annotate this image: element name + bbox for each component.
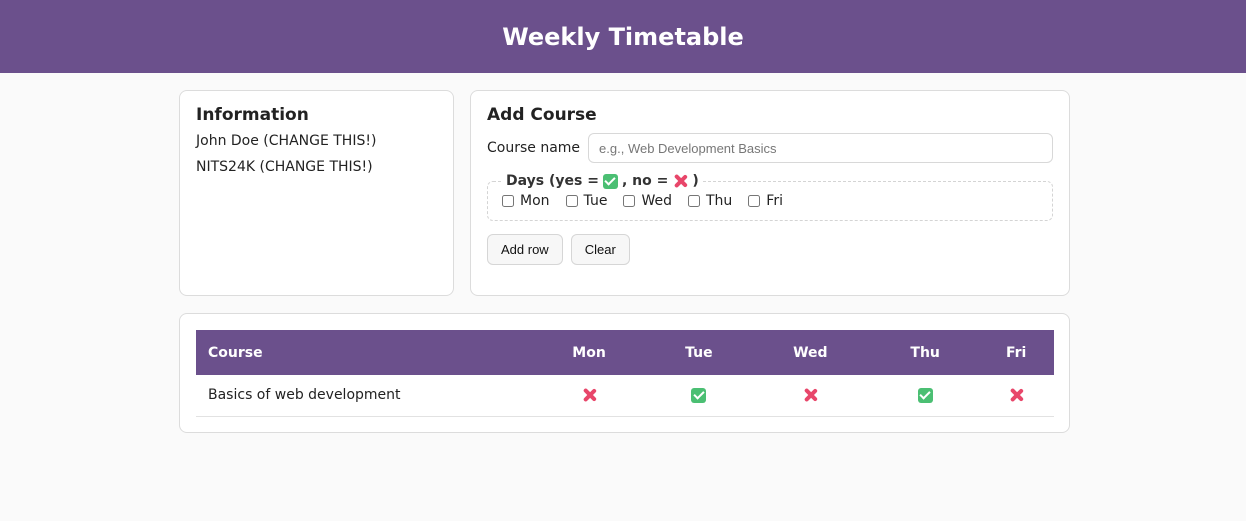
- day-checkbox-tue[interactable]: [565, 195, 578, 207]
- day-option-mon[interactable]: Mon: [502, 193, 550, 209]
- day-checkbox-mon[interactable]: [502, 195, 514, 207]
- add-course-heading: Add Course: [487, 105, 597, 125]
- information-heading: Information: [196, 105, 309, 125]
- information-card: Information John Doe (CHANGE THIS!) NITS…: [179, 90, 454, 296]
- day-cell: [649, 375, 749, 417]
- add-course-card: Add Course Course name Days (yes = , no …: [470, 90, 1070, 296]
- top-row: Information John Doe (CHANGE THIS!) NITS…: [179, 90, 1070, 296]
- table-row: Basics of web development: [196, 375, 1054, 417]
- course-name-label: Course name: [487, 140, 581, 156]
- form-buttons: Add row Clear: [487, 234, 1053, 265]
- days-legend-suffix: ): [692, 173, 699, 189]
- day-label-fri: Fri: [766, 193, 783, 209]
- student-id: NITS24K (CHANGE THIS!): [196, 159, 373, 175]
- day-label-wed: Wed: [641, 193, 672, 209]
- day-option-tue[interactable]: Tue: [565, 193, 608, 209]
- days-checkboxes: Mon Tue Wed Thu Fri: [502, 193, 1038, 209]
- day-label-mon: Mon: [520, 193, 550, 209]
- cross-mark-icon: [802, 387, 818, 403]
- header-tue: Tue: [685, 344, 713, 361]
- add-row-button[interactable]: Add row: [487, 234, 563, 265]
- header-course: Course: [208, 344, 263, 361]
- cross-mark-icon: [672, 173, 688, 189]
- student-name: John Doe (CHANGE THIS!): [196, 133, 377, 149]
- cross-mark-icon: [581, 387, 597, 403]
- days-legend: Days (yes = , no = ): [502, 173, 703, 189]
- course-name-input[interactable]: [588, 133, 1053, 163]
- timetable-card: Course Mon Tue Wed Thu Fri Basics of web…: [179, 313, 1070, 433]
- day-label-tue: Tue: [583, 193, 608, 209]
- page-title: Weekly Timetable: [502, 22, 744, 51]
- days-legend-mid: , no =: [621, 173, 669, 189]
- header-wed: Wed: [793, 344, 828, 361]
- day-option-thu[interactable]: Thu: [687, 193, 733, 209]
- day-label-thu: Thu: [705, 193, 733, 209]
- day-checkbox-wed[interactable]: [623, 195, 636, 207]
- timetable: Course Mon Tue Wed Thu Fri Basics of web…: [196, 330, 1054, 417]
- day-option-wed[interactable]: Wed: [623, 193, 672, 209]
- header-thu: Thu: [910, 344, 940, 361]
- page-header: Weekly Timetable: [0, 0, 1246, 73]
- day-checkbox-fri[interactable]: [748, 195, 761, 207]
- check-box-icon: [691, 387, 707, 403]
- header-fri: Fri: [1005, 344, 1027, 361]
- day-cell: [978, 375, 1054, 417]
- day-checkbox-thu[interactable]: [687, 195, 700, 207]
- days-fieldset: Days (yes = , no = ) Mon Tue Wed Thu Fri: [487, 173, 1053, 221]
- course-name-row: Course name: [487, 133, 1053, 163]
- day-cell: [871, 375, 979, 417]
- cross-mark-icon: [1008, 387, 1024, 403]
- course-cell: Basics of web development: [196, 375, 529, 417]
- day-cell: [748, 375, 872, 417]
- check-box-icon: [602, 173, 618, 189]
- header-mon: Mon: [572, 344, 606, 361]
- check-box-icon: [917, 387, 933, 403]
- days-legend-prefix: Days (yes =: [506, 173, 599, 189]
- day-cell: [529, 375, 650, 417]
- timetable-header-row: Course Mon Tue Wed Thu Fri: [196, 330, 1054, 375]
- clear-button[interactable]: Clear: [570, 234, 630, 265]
- day-option-fri[interactable]: Fri: [748, 193, 783, 209]
